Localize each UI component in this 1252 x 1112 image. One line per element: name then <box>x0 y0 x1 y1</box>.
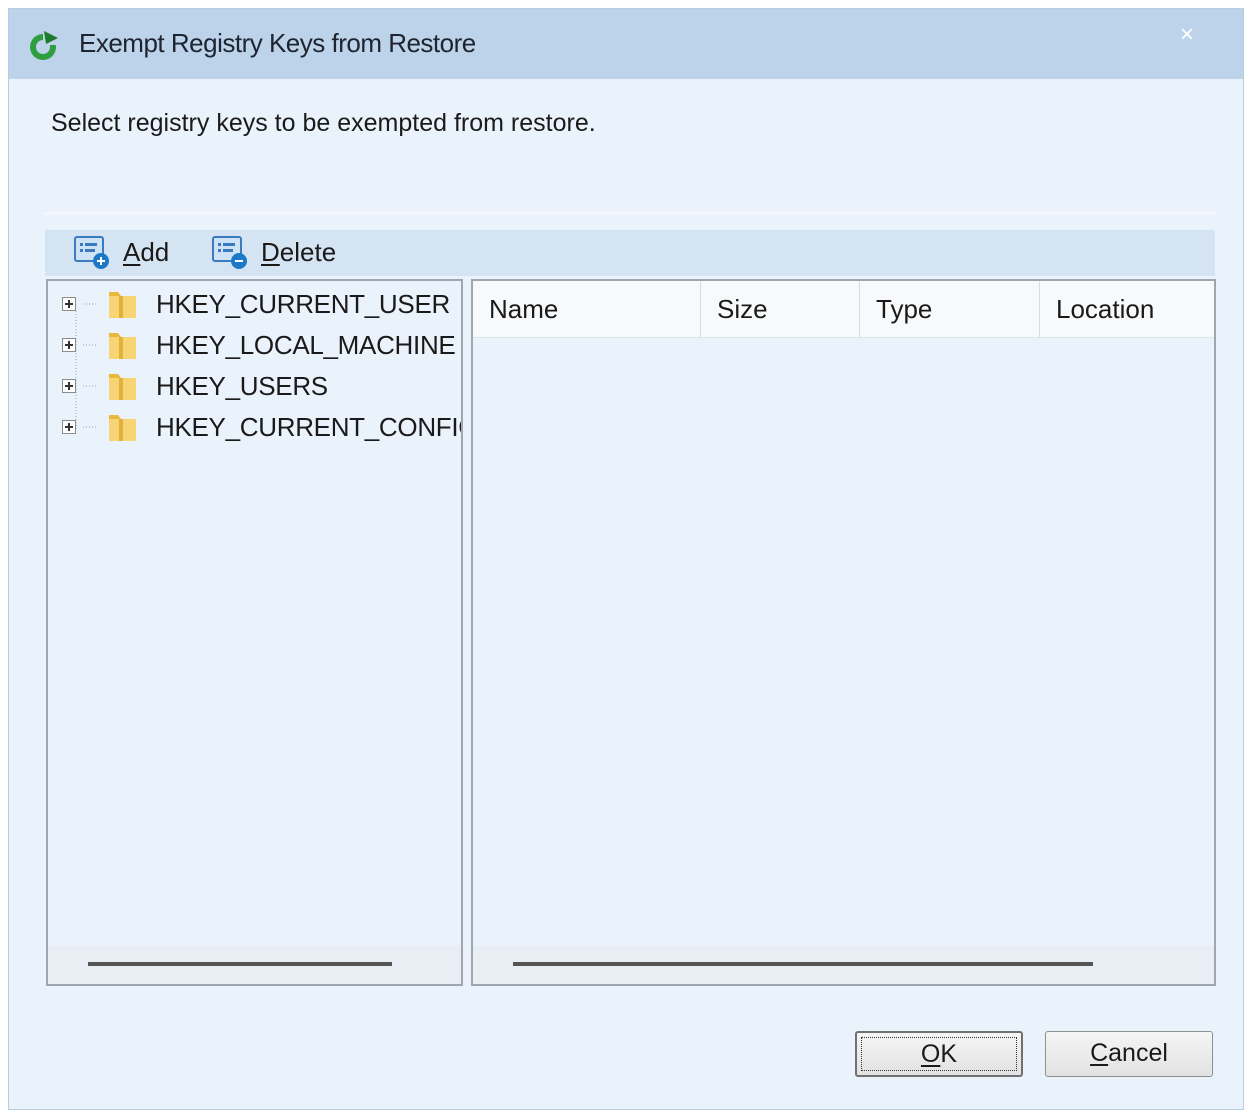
tree-item-hkey-users[interactable]: HKEY_USERS <box>62 368 328 404</box>
folder-icon <box>109 333 136 359</box>
tree-item-hkey-local-machine[interactable]: HKEY_LOCAL_MACHINE <box>62 327 456 363</box>
tree-item-hkey-current-user[interactable]: HKEY_CURRENT_USER <box>62 286 450 322</box>
column-header-name[interactable]: Name <box>473 281 701 337</box>
scrollbar-thumb[interactable] <box>513 962 1093 966</box>
column-header-type[interactable]: Type <box>860 281 1040 337</box>
expand-icon[interactable] <box>62 338 76 352</box>
focus-rectangle <box>861 1037 1017 1071</box>
instruction-text: Select registry keys to be exempted from… <box>51 109 596 137</box>
delete-label: Delete <box>261 236 337 267</box>
close-button[interactable]: × <box>1171 19 1203 51</box>
add-label: Add <box>123 236 170 267</box>
cancel-button[interactable]: Cancel <box>1045 1031 1213 1077</box>
list-add-icon <box>74 236 109 269</box>
folder-icon <box>109 415 136 441</box>
tree-item-label: HKEY_LOCAL_MACHINE <box>156 329 456 360</box>
tree-horizontal-scrollbar[interactable] <box>48 946 461 984</box>
expand-icon[interactable] <box>62 420 76 434</box>
toolbar: Add Delete <box>45 230 1215 276</box>
column-header-location[interactable]: Location <box>1040 281 1214 337</box>
column-header-size[interactable]: Size <box>701 281 860 337</box>
ok-button[interactable]: OK <box>855 1031 1023 1077</box>
toolbar-separator <box>45 212 1215 215</box>
list-remove-icon <box>212 236 247 269</box>
tree-item-label: HKEY_USERS <box>156 370 328 401</box>
add-button[interactable]: Add <box>73 232 169 272</box>
tree-item-hkey-current-config[interactable]: HKEY_CURRENT_CONFIG <box>62 409 463 445</box>
expand-icon[interactable] <box>62 297 76 311</box>
tree-item-label: HKEY_CURRENT_USER <box>156 288 450 319</box>
scrollbar-thumb[interactable] <box>88 962 392 966</box>
window-title: Exempt Registry Keys from Restore <box>79 28 476 58</box>
registry-tree[interactable]: HKEY_CURRENT_USER HKEY_LOCAL_MACHINE HKE… <box>46 279 463 986</box>
title-bar: Exempt Registry Keys from Restore × <box>9 9 1243 79</box>
expand-icon[interactable] <box>62 379 76 393</box>
cancel-label: Cancel <box>1090 1039 1168 1067</box>
exempt-registry-dialog: Exempt Registry Keys from Restore × Sele… <box>8 8 1244 1110</box>
list-horizontal-scrollbar[interactable] <box>473 946 1214 984</box>
folder-icon <box>109 374 136 400</box>
list-header: Name Size Type Location <box>473 281 1214 338</box>
exempted-keys-list[interactable]: Name Size Type Location <box>471 279 1216 986</box>
delete-button[interactable]: Delete <box>211 232 336 272</box>
restore-app-icon <box>30 31 59 60</box>
tree-item-label: HKEY_CURRENT_CONFIG <box>156 411 463 442</box>
folder-icon <box>109 292 136 318</box>
close-icon: × <box>1179 21 1194 48</box>
